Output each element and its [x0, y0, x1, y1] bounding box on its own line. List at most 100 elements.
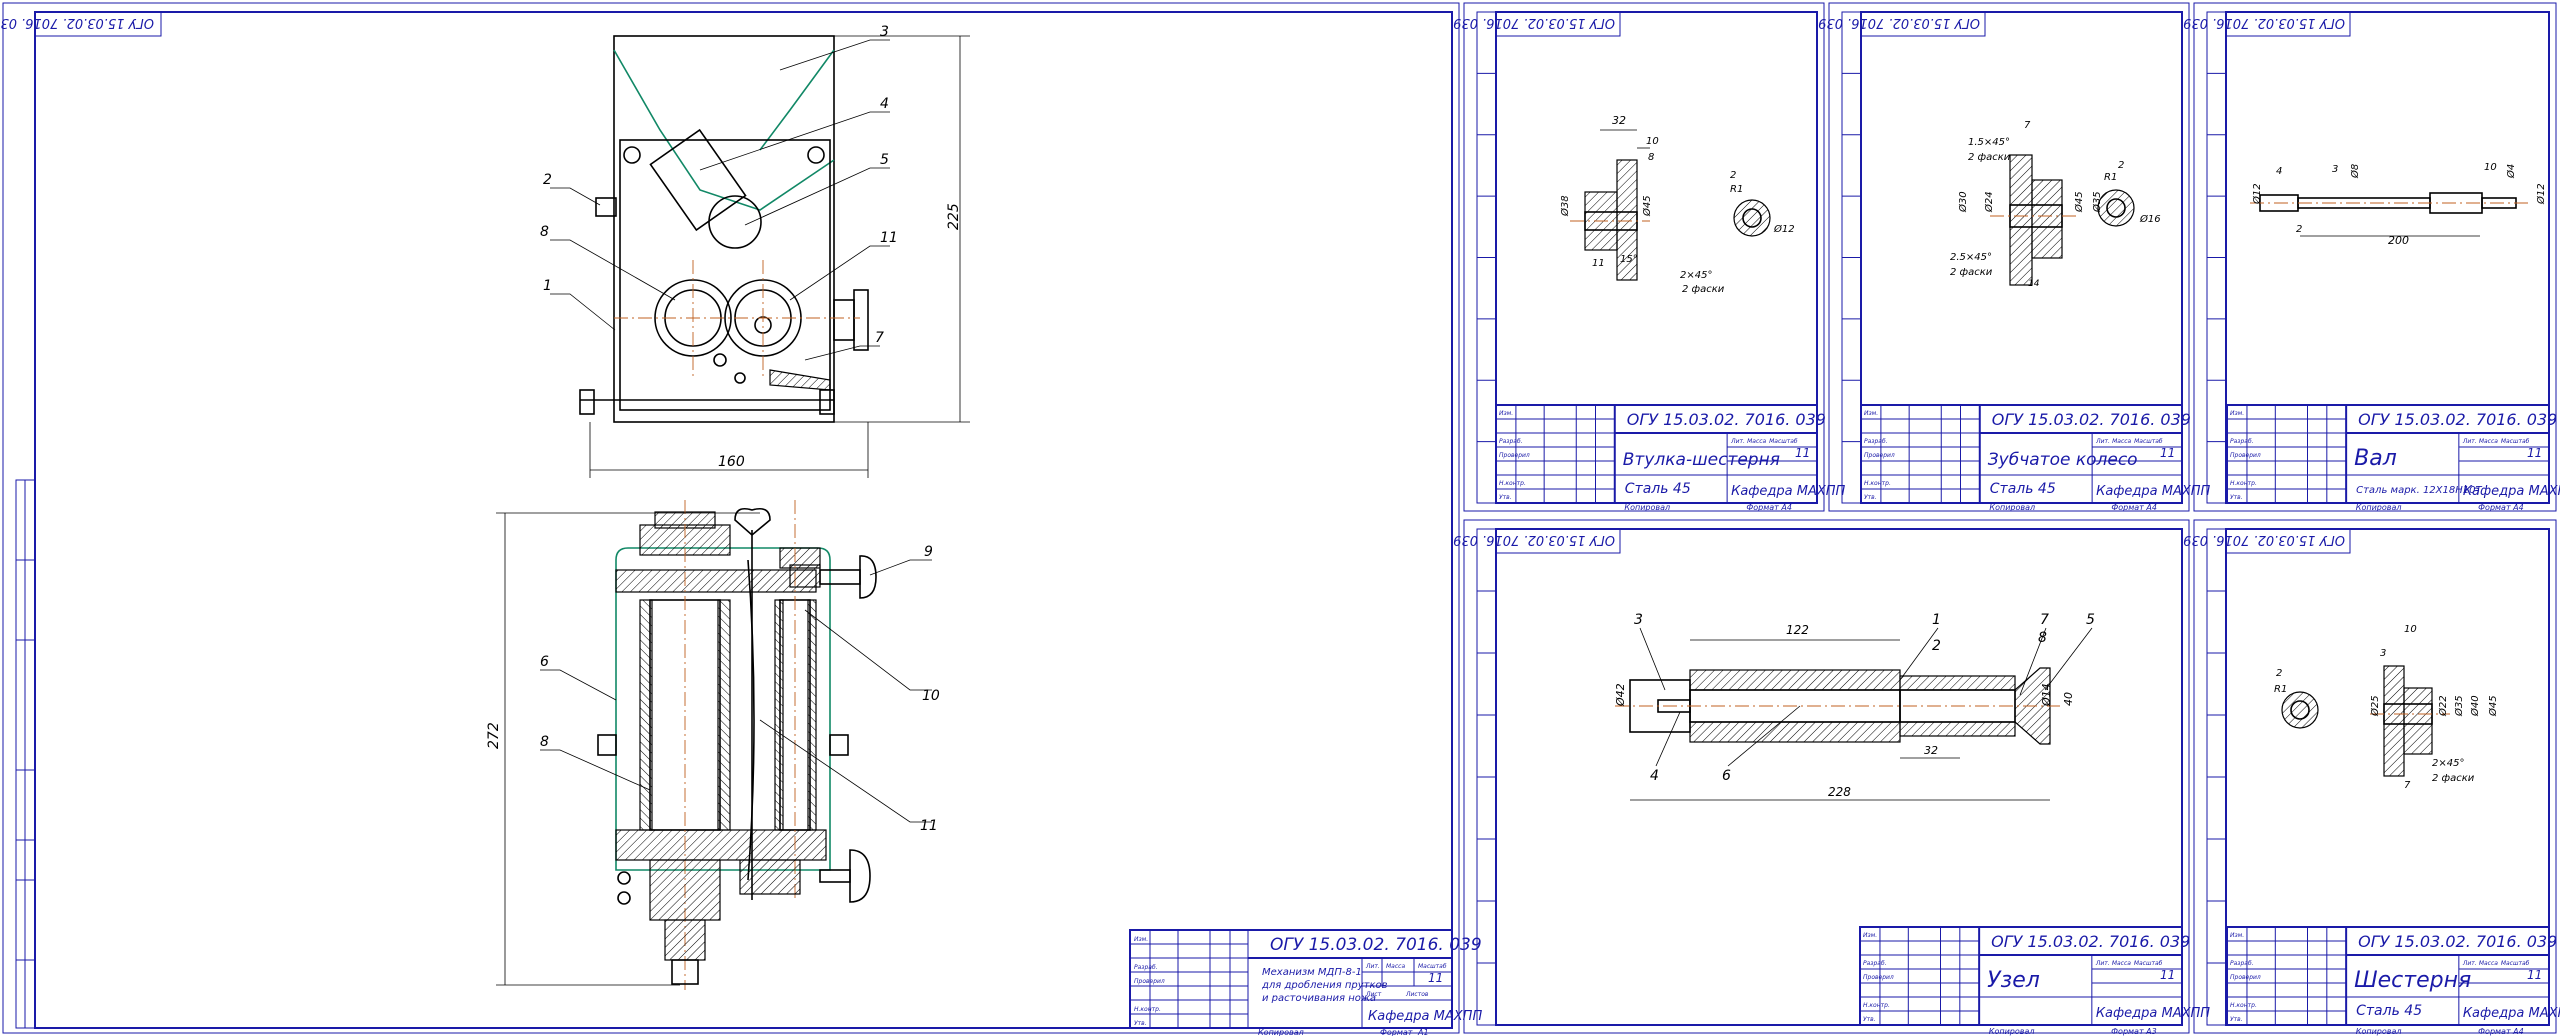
vt-dim-12: Ø12	[1773, 223, 1795, 235]
top-stamp-text: ОГУ 15.03.02. 7016. 039	[2183, 15, 2345, 30]
tb-small-label: Масштаб	[2134, 438, 2163, 445]
top-stamp-text: ОГУ 15.03.02. 7016. 039	[0, 15, 154, 30]
leader-4: 4	[880, 96, 889, 112]
copied-label: Копировал	[1624, 503, 1670, 512]
tb-title: Зубчатое колесо	[1988, 450, 2138, 470]
tb-small-label: Проверил	[2230, 452, 2261, 459]
copied-main: Копировал	[1258, 1028, 1304, 1036]
tb-main-dept: Кафедра МАХПП	[1368, 1009, 1482, 1024]
sheet-vtulka: ОГУ 15.03.02. 7016. 039 ОГУ 15.03.02. 701…	[1453, 2, 1846, 512]
vt-dim-chamfer: 2×45°	[1680, 270, 1712, 281]
sh-dim-3: 3	[2380, 648, 2386, 659]
tb-small-label: Масса	[2479, 438, 2498, 445]
leader-2: 2	[543, 172, 552, 188]
sheet-assembly: ОГУ 15.03.02. 7016. 039 225 160 3 4 5 2 …	[0, 2, 1482, 1036]
sheet-border	[1828, 2, 2190, 512]
tb-small-label: Разраб.	[2230, 438, 2254, 445]
tb-small-label: Н.контр.	[1864, 480, 1891, 487]
tb-main-lbl-list: Лист	[1365, 991, 1382, 998]
vt-dim-45: Ø45	[1641, 195, 1653, 217]
val-dim-4: 4	[2276, 166, 2282, 177]
leader-5: 5	[880, 152, 889, 168]
tb-main-title-3: и расточивания ножа	[1262, 993, 1376, 1004]
val-dim-3: 3	[2332, 164, 2338, 175]
part-vtulka-drawing: 32 10 8 Ø38 Ø45 11 15° 2×45° 2 фаски 2 R…	[1559, 114, 1795, 295]
kol-dim-r1: R1	[2104, 172, 2117, 183]
tb-small-label: Лит.	[2462, 960, 2477, 967]
tb-small-label: Масштаб	[2501, 438, 2530, 445]
sheet-frame	[2225, 11, 2550, 504]
tb-main-lbl-listov: Листов	[1405, 991, 1429, 998]
tb-main-title-1: Механизм МДП-8-1	[1262, 967, 1362, 978]
tb-small-label: Лит.	[1730, 438, 1745, 445]
tb-code: ОГУ 15.03.02. 7016. 039	[2358, 410, 2557, 429]
tb-sheets: 11	[1795, 446, 1810, 460]
kol-dim-30: Ø30	[1957, 191, 1969, 213]
tb-material: Сталь 45	[1990, 481, 2056, 497]
uz-lbl-6: 6	[1722, 768, 1731, 784]
part-val-drawing: 4 3 Ø8 10 Ø4 Ø12 Ø12 2 200	[2250, 162, 2547, 247]
kol-dim-45: Ø45	[2073, 191, 2085, 213]
sheet-val: ОГУ 15.03.02. 7016. 039 ОГУ 15.03.02. 701…	[2183, 2, 2560, 512]
vt-dim-2: 2	[1730, 170, 1736, 181]
vt-dim-15: 15°	[1620, 254, 1638, 265]
vt-dim-r1: R1	[1730, 184, 1743, 195]
tb-main-lbl-prov: Проверил	[1134, 978, 1165, 985]
kol-dim-14: 14	[2028, 279, 2040, 289]
top-stamp-text: ОГУ 15.03.02. 7016. 039	[1453, 532, 1615, 547]
leader-11: 11	[880, 230, 898, 246]
tb-small-label: Лит.	[2462, 438, 2477, 445]
format-main-val: А1	[1417, 1028, 1429, 1036]
val-dim-12: Ø12	[2251, 183, 2263, 205]
tb-code: ОГУ 15.03.02. 7016. 039	[1627, 410, 1826, 429]
sh-dim-7: 7	[2404, 780, 2411, 791]
kol-dim-15: 1.5×45°	[1968, 137, 2010, 148]
tb-small-label: Утв.	[1863, 1016, 1876, 1023]
uz-dim-42: Ø42	[1614, 683, 1627, 707]
vt-dim-8: 8	[1648, 152, 1654, 163]
tb-title: Втулка-шестерня	[1623, 450, 1780, 470]
uz-lbl-2: 2	[1932, 638, 1941, 654]
kol-dim-2f2: 2 фаски	[1950, 267, 1993, 278]
drawing-canvas: ОГУ 15.03.02. 7016. 039 225 160 3 4 5 2 …	[0, 2, 2560, 1036]
dim-160: 160	[718, 454, 745, 470]
dim-272: 272	[486, 722, 502, 749]
leader-9: 9	[924, 544, 933, 560]
tb-small-label: Масса	[2112, 960, 2131, 967]
assembly-top-view: 225 160 3 4 5 2 8 11 1 7	[540, 24, 970, 478]
leader-10: 10	[922, 688, 940, 704]
copied-label: Копировал	[2356, 1027, 2402, 1036]
copied-label: Копировал	[1989, 1027, 2035, 1036]
leader-8b: 8	[540, 734, 549, 750]
tb-title: Узел	[1987, 968, 2040, 993]
tb-small-label: Утв.	[1499, 494, 1512, 501]
uz-lbl-7: 7	[2040, 612, 2049, 628]
leader-7: 7	[875, 330, 884, 346]
uz-lbl-1: 1	[1932, 612, 1941, 628]
tb-small-label: Изм.	[1863, 932, 1877, 939]
tb-small-label: Проверил	[1499, 452, 1530, 459]
sheet-border-outer	[2, 2, 1460, 1034]
copied-label: Копировал	[1989, 503, 2035, 512]
tb-small-label: Лит.	[2095, 960, 2110, 967]
format-label: Формат А4	[2478, 1027, 2524, 1036]
leader-6: 6	[540, 654, 549, 670]
part-shesternya-drawing: 2 R1 10 3 Ø25 Ø22 Ø35 Ø40 Ø45 2×45° 2 фа…	[2274, 624, 2499, 791]
kol-dim-25: 2.5×45°	[1950, 252, 1992, 263]
sh-dim-25: Ø25	[2369, 695, 2381, 717]
tb-department: Кафедра МАХПП	[2096, 1006, 2210, 1021]
tb-small-label: Н.контр.	[1499, 480, 1526, 487]
tb-small-label: Масса	[2112, 438, 2131, 445]
val-dim-8: Ø8	[2349, 164, 2361, 179]
tb-small-label: Изм.	[1864, 410, 1878, 417]
tb-department: Кафедра МАХПП	[2096, 484, 2210, 499]
tb-small-label: Масштаб	[2501, 960, 2530, 967]
sh-dim-2: 2	[2276, 668, 2282, 679]
uz-lbl-5: 5	[2086, 612, 2095, 628]
sh-dim-chamfer: 2×45°	[2432, 758, 2464, 769]
top-stamp-text: ОГУ 15.03.02. 7016. 039	[1818, 15, 1980, 30]
val-dim-2: 2	[2296, 224, 2302, 235]
tb-small-label: Утв.	[1864, 494, 1877, 501]
tb-small-label: Проверил	[1863, 974, 1894, 981]
tb-small-label: Масса	[2479, 960, 2498, 967]
